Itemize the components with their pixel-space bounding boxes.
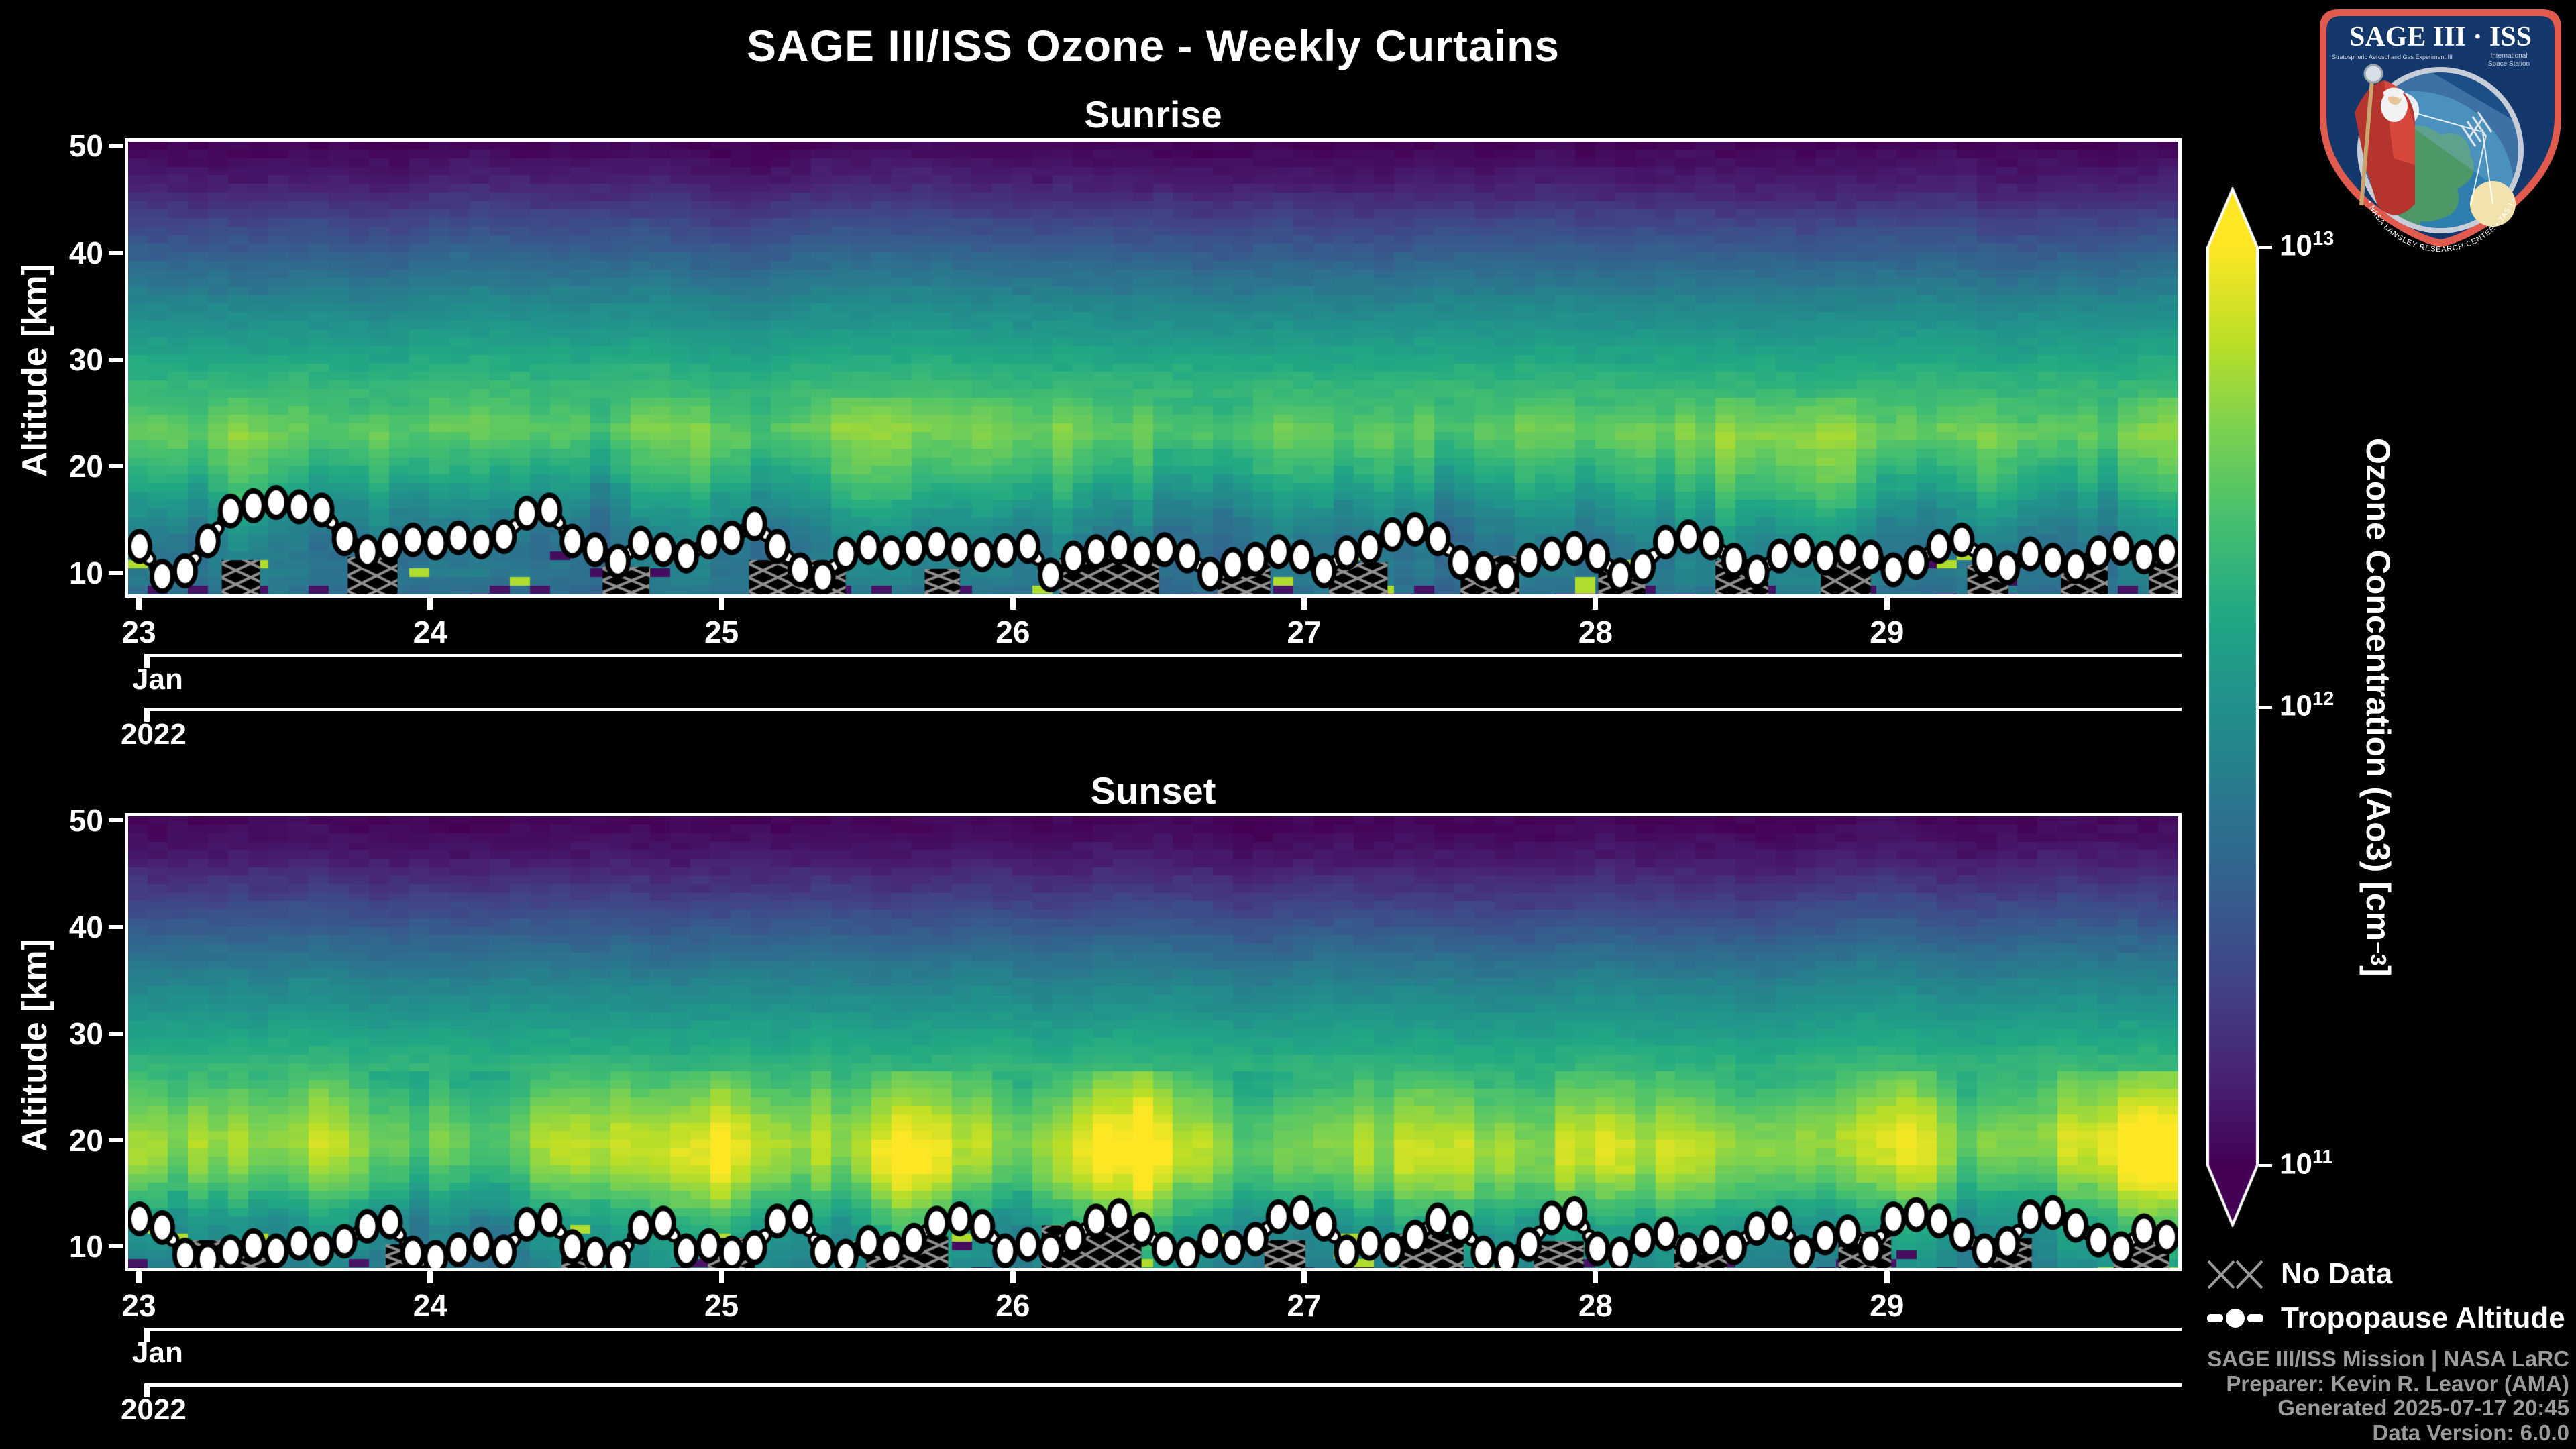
- colorbar-tick-1e13: [2259, 246, 2272, 249]
- colorbar-label-bracket: ]: [2359, 965, 2397, 977]
- month-label-sunrise: Jan: [132, 663, 183, 696]
- x-tick-label: 23: [121, 1288, 156, 1323]
- page-title: SAGE III/ISS Ozone - Weekly Curtains: [746, 21, 1560, 70]
- y-tick-label: 40: [68, 910, 103, 945]
- colorbar-tick-exponent: 12: [2312, 688, 2334, 710]
- no-data-hatch-icon: [2207, 1259, 2263, 1289]
- x-tick-mark: [1010, 598, 1016, 610]
- colorbar-tick-mantissa: 10: [2279, 1147, 2312, 1181]
- footer-data-version: Data Version: 6.0.0: [2372, 1419, 2569, 1445]
- sage-iii-iss-mission-logo: SAGE III · ISS Stratospheric Aerosol and…: [2313, 4, 2561, 254]
- footer-mission: SAGE III/ISS Mission | NASA LaRC: [2207, 1346, 2569, 1371]
- colorbar-axis-label: Ozone Concentration (Ao3) [cm −3]: [2355, 189, 2402, 1226]
- colorbar-label-text: Ozone Concentration (Ao3) [cm: [2359, 437, 2397, 941]
- x-tick-mark: [1593, 598, 1599, 610]
- x-tick-mark: [1884, 598, 1890, 610]
- colorbar-ticklabel-1e12: 1012: [2279, 688, 2334, 723]
- x-tick-label: 28: [1578, 1288, 1613, 1323]
- y-tick-mark: [109, 1244, 123, 1249]
- y-tick-mark: [109, 925, 123, 930]
- x-tick-mark: [1301, 1271, 1307, 1283]
- y-tick-label: 10: [68, 555, 103, 591]
- colorbar-tick-mantissa: 10: [2279, 229, 2312, 262]
- sunset-heatmap-canvas: [128, 816, 2178, 1268]
- sunrise-heatmap-panel: [125, 138, 2182, 598]
- y-tick-mark: [109, 571, 123, 576]
- legend-label-no-data: No Data: [2281, 1257, 2393, 1290]
- legend-item-tropopause: Tropopause Altitude: [2207, 1301, 2565, 1335]
- y-tick-mark: [109, 357, 123, 362]
- colorbar-tick-1e12: [2259, 706, 2272, 709]
- x-tick-label: 24: [413, 1288, 447, 1323]
- x-tick-label: 27: [1287, 614, 1322, 649]
- year-label-sunrise: 2022: [121, 718, 186, 751]
- tropopause-line-icon: [2207, 1307, 2263, 1329]
- x-tick-mark: [427, 1271, 433, 1283]
- x-tick-mark: [718, 1271, 724, 1283]
- colorbar-tick-1e11: [2259, 1164, 2272, 1167]
- x-tick-label: 26: [996, 614, 1030, 649]
- panel-title-sunset: Sunset: [1090, 769, 1216, 812]
- x-tick-mark: [1301, 598, 1307, 610]
- y-tick-mark: [109, 464, 123, 468]
- y-tick-mark: [109, 250, 123, 255]
- colorbar-label-exponent: −3: [2366, 941, 2391, 966]
- colorbar: [2206, 187, 2259, 1227]
- footer-credits: SAGE III/ISS Mission | NASA LaRC Prepare…: [2207, 1346, 2569, 1445]
- month-axis-line-sunset: [144, 1328, 2182, 1331]
- legend-item-no-data: No Data: [2207, 1257, 2392, 1291]
- year-axis-line-sunrise: [144, 708, 2182, 711]
- x-tick-label: 27: [1287, 1288, 1322, 1323]
- y-tick-mark: [109, 818, 123, 823]
- x-tick-mark: [1884, 1271, 1890, 1283]
- x-tick-label: 24: [413, 614, 447, 649]
- y-tick-mark: [109, 144, 123, 148]
- x-tick-mark: [1593, 1271, 1599, 1283]
- x-tick-label: 28: [1578, 614, 1613, 649]
- month-label-sunset: Jan: [132, 1336, 183, 1369]
- y-tick-label: 50: [68, 803, 103, 839]
- logo-subtitle-right-1: International: [2490, 52, 2527, 60]
- legend-label-tropopause: Tropopause Altitude: [2281, 1301, 2565, 1334]
- x-tick-mark: [136, 598, 142, 610]
- logo-title: SAGE III · ISS: [2349, 21, 2532, 52]
- colorbar-tick-exponent: 11: [2312, 1146, 2333, 1168]
- logo-subtitle-right-2: Space Station: [2488, 60, 2530, 68]
- colorbar-tick-mantissa: 10: [2279, 689, 2312, 722]
- footer-preparer: Preparer: Kevin R. Leavor (AMA): [2226, 1371, 2569, 1396]
- y-tick-label: 30: [68, 1016, 103, 1051]
- y-tick-label: 50: [68, 128, 103, 164]
- x-tick-label: 26: [996, 1288, 1030, 1323]
- panel-title-sunrise: Sunrise: [1084, 93, 1222, 136]
- y-tick-label: 40: [68, 235, 103, 270]
- colorbar-ticklabel-1e11: 1011: [2279, 1146, 2333, 1181]
- x-tick-mark: [136, 1271, 142, 1283]
- x-tick-mark: [427, 598, 433, 610]
- y-tick-label: 20: [68, 448, 103, 484]
- x-tick-label: 23: [121, 614, 156, 649]
- x-tick-mark: [1010, 1271, 1016, 1283]
- sunset-heatmap-panel: [125, 813, 2182, 1271]
- x-tick-label: 25: [704, 614, 739, 649]
- x-tick-label: 25: [704, 1288, 739, 1323]
- y-tick-label: 10: [68, 1229, 103, 1265]
- logo-subtitle-left: Stratospheric Aerosol and Gas Experiment…: [2332, 54, 2453, 60]
- year-label-sunset: 2022: [121, 1393, 186, 1426]
- sunrise-heatmap-canvas: [128, 142, 2178, 594]
- x-tick-label: 29: [1870, 614, 1904, 649]
- x-tick-label: 29: [1870, 1288, 1904, 1323]
- month-axis-line-sunrise: [144, 654, 2182, 657]
- year-axis-line-sunset: [144, 1383, 2182, 1387]
- y-tick-mark: [109, 1031, 123, 1036]
- x-tick-mark: [718, 598, 724, 610]
- y-tick-mark: [109, 1138, 123, 1142]
- footer-generated: Generated 2025-07-17 20:45: [2277, 1395, 2569, 1420]
- y-tick-label: 30: [68, 341, 103, 377]
- y-tick-label: 20: [68, 1122, 103, 1158]
